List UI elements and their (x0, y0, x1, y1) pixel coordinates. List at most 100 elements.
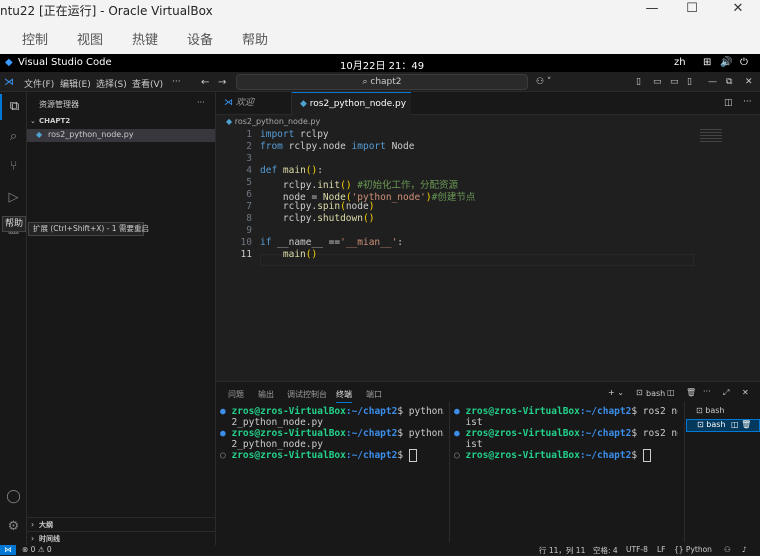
menu-view-vscode[interactable]: 查看(V) (132, 77, 163, 90)
vm-window-title: ntu22 [正在运行] - Oracle VirtualBox (0, 4, 213, 18)
trash-icon[interactable]: 🗑 (741, 420, 751, 429)
command-center-search[interactable]: ⌕ chapt2 (236, 74, 528, 90)
minimize-button[interactable]: — (637, 0, 667, 20)
terminal-more-icon[interactable]: ··· (703, 387, 711, 396)
current-line-highlight (260, 254, 694, 266)
editor-more-icon[interactable]: ··· (743, 97, 752, 107)
minimize-window-icon[interactable]: — (708, 77, 717, 87)
python-file-icon: ◆ (300, 99, 307, 109)
python-file-icon: ◆ (226, 117, 235, 126)
python-file-icon: ◆ (36, 130, 43, 139)
minimap[interactable] (700, 129, 722, 143)
line-number: 7 (246, 201, 252, 212)
copilot-status-icon[interactable]: ⚇ (724, 545, 731, 554)
panel-tab-terminal[interactable]: 终端 (336, 389, 352, 403)
eol[interactable]: LF (657, 545, 666, 554)
indentation[interactable]: 空格: 4 (593, 545, 618, 556)
timeline-label: 时间线 (39, 535, 60, 543)
back-arrow-icon[interactable]: ← (201, 77, 209, 88)
run-debug-icon[interactable]: ▷ (0, 185, 27, 211)
problems-badge[interactable]: ⊗ 0 ⚠ 0 (22, 545, 52, 554)
terminal-list-item[interactable]: ⊡ bash (686, 406, 760, 418)
remote-icon[interactable]: ⋈ (0, 545, 16, 555)
split-editor-icon[interactable]: ◫ (724, 98, 733, 108)
menu-hotkeys[interactable]: 热键 (132, 29, 158, 48)
terminal-list-label: bash (705, 406, 725, 415)
close-window-icon[interactable]: ✕ (745, 77, 753, 87)
code-editor[interactable]: ◆ ros2_python_node.py 1 import rclpy 2 fro… (216, 115, 760, 381)
file-name: ros2_python_node.py (48, 130, 134, 139)
code-line: import rclpy (260, 129, 329, 140)
copilot-icon[interactable]: ⚇ ˅ (536, 77, 551, 87)
toggle-secondary-icon[interactable]: ▭ (653, 77, 662, 87)
folder-chapt2[interactable]: ⌄ CHAPT2 (27, 116, 215, 128)
new-terminal-icon[interactable]: + ⌄ (608, 388, 624, 397)
explorer-icon[interactable]: ⧉ (0, 94, 27, 120)
clock[interactable]: 10月22日 21：49 (340, 57, 424, 72)
explorer-title: 资源管理器 (39, 100, 79, 109)
power-icon[interactable]: ⏻ (740, 57, 748, 68)
breadcrumb: ◆ ros2_python_node.py (226, 117, 320, 126)
terminal-list-item-active[interactable]: ⊡ bash ◫ 🗑 (686, 419, 760, 432)
account-icon[interactable]: ◯ (0, 484, 27, 510)
maximize-panel-icon[interactable]: ⤢ (723, 388, 729, 398)
terminal-list-label: bash (706, 420, 726, 429)
menu-select[interactable]: 选择(S) (96, 77, 127, 90)
notifications-bell-icon[interactable]: ♪ (742, 545, 747, 554)
toggle-panel-icon[interactable]: ▭ (670, 77, 679, 87)
line-number: 3 (246, 153, 252, 164)
line-number: 6 (246, 189, 252, 200)
lang-indicator[interactable]: zh (674, 57, 686, 68)
terminal-right[interactable]: ● zros@zros-VirtualBox:~/chapt2$ ros2 no… (454, 406, 678, 466)
terminal-splitter[interactable] (449, 402, 450, 542)
outline-section[interactable]: › 大纲 (27, 517, 215, 530)
trash-icon[interactable]: 🗑 (686, 388, 696, 397)
panel-tab-debug-console[interactable]: 调试控制台 (287, 389, 327, 400)
menu-devices[interactable]: 设备 (187, 29, 213, 48)
timeline-section[interactable]: › 时间线 (27, 531, 215, 544)
language-mode[interactable]: {} Python (674, 545, 712, 554)
vscode-small-icon: ⋊ (224, 98, 233, 108)
maximize-button[interactable]: ☐ (677, 0, 707, 20)
terminal-left[interactable]: ● zros@zros-VirtualBox:~/chapt2$ python3… (220, 406, 444, 466)
search-view-icon[interactable]: ⌕ (0, 124, 27, 150)
menu-help[interactable]: 帮助 (242, 29, 268, 48)
line-number: 8 (246, 213, 252, 224)
encoding[interactable]: UTF-8 (626, 545, 648, 554)
close-panel-icon[interactable]: ✕ (742, 388, 749, 397)
forward-arrow-icon[interactable]: → (218, 77, 226, 88)
tab-welcome[interactable]: ⋊ 欢迎 (216, 92, 292, 115)
panel-tab-output[interactable]: 输出 (258, 389, 274, 400)
file-ros2-python-node[interactable]: ◆ ros2_python_node.py (27, 129, 215, 142)
chevron-down-icon: ⌄ (30, 117, 36, 125)
cursor-position[interactable]: 行 11，列 11 (539, 545, 585, 556)
terminal-profile-label[interactable]: bash (646, 389, 665, 398)
app-icon: ◆ (5, 57, 13, 68)
split-terminal-icon[interactable]: ◫ (731, 420, 739, 429)
explorer-more-icon[interactable]: ··· (197, 98, 205, 107)
split-terminal-icon[interactable]: ◫ (667, 388, 675, 397)
source-control-icon[interactable]: ⑂ (0, 154, 27, 180)
breadcrumb-file: ros2_python_node.py (234, 117, 321, 126)
panel-tab-problems[interactable]: 问题 (228, 389, 244, 400)
menu-more[interactable]: ··· (172, 77, 181, 87)
chevron-right-icon: › (31, 520, 35, 529)
toggle-sidebar-icon[interactable]: ▯ (636, 77, 641, 87)
settings-gear-icon[interactable]: ⚙ (0, 514, 27, 540)
customize-layout-icon[interactable]: ▯ (687, 77, 692, 87)
menu-view[interactable]: 视图 (77, 29, 103, 48)
panel-tab-ports[interactable]: 端口 (366, 389, 382, 400)
menu-control[interactable]: 控制 (22, 29, 48, 48)
network-icon[interactable]: ⊞ (703, 57, 711, 68)
menu-file[interactable]: 文件(F) (24, 77, 54, 90)
terminal-icon: ⊡ (696, 406, 706, 415)
line-number: 2 (246, 141, 252, 152)
volume-icon[interactable]: 🔊 (720, 57, 732, 68)
tab-ros2-python-node[interactable]: ◆ ros2_python_node.py ✕ (292, 92, 411, 132)
menu-edit[interactable]: 编辑(E) (60, 77, 91, 90)
restore-window-icon[interactable]: ⧉ (726, 77, 732, 87)
close-button[interactable]: ✕ (723, 0, 753, 20)
app-name[interactable]: Visual Studio Code (18, 57, 112, 68)
editor-tabs: ⋊ 欢迎 ◆ ros2_python_node.py ✕ ◫ ··· (216, 92, 760, 132)
vscode-logo-icon: ⋊ (4, 77, 14, 88)
